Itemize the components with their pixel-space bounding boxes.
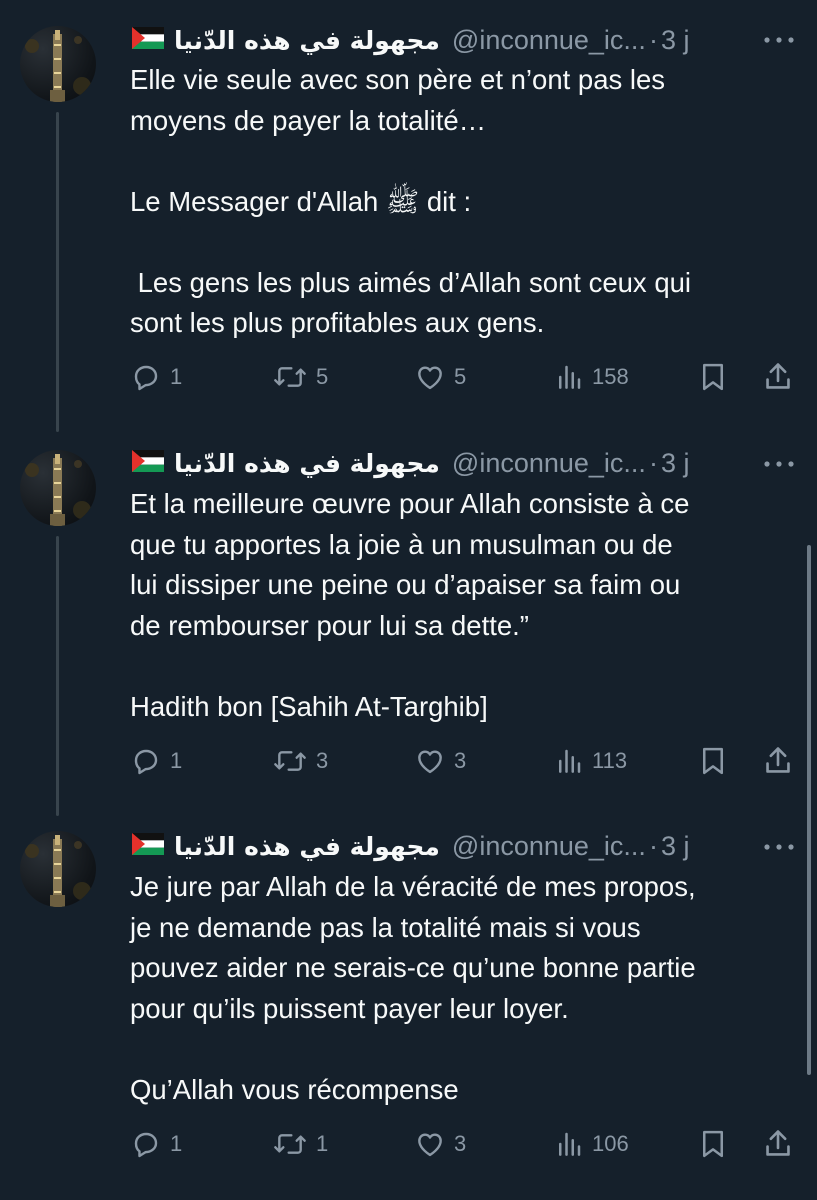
retweet-button[interactable]: 1 [272, 1124, 328, 1164]
views-count: 106 [592, 1131, 629, 1156]
retweet-icon [272, 745, 308, 777]
action-bar: 1 3 3 113 [130, 741, 800, 781]
user-handle[interactable]: @inconnue_ic... [452, 25, 646, 56]
reply-count: 1 [170, 1131, 183, 1156]
tweet-header: مجهولة في هذه الدّنيا @inconnue_ic... · … [132, 22, 689, 58]
avatar[interactable] [20, 26, 96, 102]
separator-dot: · [648, 447, 658, 478]
tweet-text: Je jure par Allah de la véracité de mes … [130, 871, 696, 1105]
views-count: 158 [592, 364, 629, 389]
reply-count: 1 [170, 364, 183, 389]
like-button[interactable]: 3 [414, 741, 466, 781]
tweet-header: مجهولة في هذه الدّنيا @inconnue_ic... · … [132, 445, 689, 481]
timestamp[interactable]: 3 j [661, 831, 690, 862]
bookmark-button[interactable] [698, 741, 728, 781]
like-button[interactable]: 5 [414, 357, 466, 397]
retweet-count: 3 [316, 748, 329, 773]
retweet-count: 5 [316, 364, 329, 389]
palestine-flag-icon [132, 448, 164, 479]
reply-icon [130, 745, 162, 777]
more-icon[interactable] [762, 837, 796, 857]
views-icon [554, 1128, 584, 1160]
like-count: 3 [454, 748, 467, 773]
heart-icon [414, 1128, 446, 1160]
timestamp[interactable]: 3 j [661, 448, 690, 479]
retweet-count: 1 [316, 1131, 329, 1156]
heart-icon [414, 745, 446, 777]
display-name[interactable]: مجهولة في هذه الدّنيا [174, 832, 440, 861]
reply-icon [130, 1128, 162, 1160]
views-button[interactable]: 106 [554, 1124, 629, 1164]
thread-line [56, 112, 59, 432]
display-name[interactable]: مجهولة في هذه الدّنيا [174, 26, 440, 55]
separator-dot: · [648, 830, 658, 861]
avatar[interactable] [20, 831, 96, 907]
bookmark-icon [698, 744, 728, 778]
bookmark-icon [698, 1127, 728, 1161]
retweet-icon [272, 1128, 308, 1160]
tweet-text: Et la meilleure œuvre pour Allah consist… [130, 488, 690, 722]
share-icon [762, 744, 794, 778]
bookmark-button[interactable] [698, 357, 728, 397]
user-handle[interactable]: @inconnue_ic... [452, 831, 646, 862]
share-icon [762, 360, 794, 394]
views-count: 113 [592, 748, 628, 773]
views-button[interactable]: 113 [554, 741, 627, 781]
more-icon[interactable] [762, 30, 796, 50]
reply-button[interactable]: 1 [130, 1124, 182, 1164]
avatar[interactable] [20, 450, 96, 526]
user-handle[interactable]: @inconnue_ic... [452, 448, 646, 479]
views-icon [554, 361, 584, 393]
reply-icon [130, 361, 162, 393]
retweet-icon [272, 361, 308, 393]
retweet-button[interactable]: 3 [272, 741, 328, 781]
views-icon [554, 745, 584, 777]
tweet-text: Elle vie seule avec son père et n’ont pa… [130, 64, 692, 338]
more-icon[interactable] [762, 454, 796, 474]
like-count: 3 [454, 1131, 467, 1156]
bookmark-icon [698, 360, 728, 394]
separator-dot: · [648, 24, 658, 55]
palestine-flag-icon [132, 831, 164, 862]
share-icon [762, 1127, 794, 1161]
share-button[interactable] [762, 357, 794, 397]
scrollbar[interactable] [807, 545, 811, 1075]
share-button[interactable] [762, 1124, 794, 1164]
retweet-button[interactable]: 5 [272, 357, 328, 397]
share-button[interactable] [762, 741, 794, 781]
thread-line [56, 536, 59, 816]
display-name[interactable]: مجهولة في هذه الدّنيا [174, 449, 440, 478]
action-bar: 1 1 3 106 [130, 1124, 800, 1164]
action-bar: 1 5 5 158 [130, 357, 800, 397]
heart-icon [414, 361, 446, 393]
reply-button[interactable]: 1 [130, 357, 182, 397]
like-count: 5 [454, 364, 467, 389]
reply-count: 1 [170, 748, 183, 773]
tweet-header: مجهولة في هذه الدّنيا @inconnue_ic... · … [132, 828, 689, 864]
like-button[interactable]: 3 [414, 1124, 466, 1164]
views-button[interactable]: 158 [554, 357, 629, 397]
timestamp[interactable]: 3 j [661, 25, 690, 56]
palestine-flag-icon [132, 25, 164, 56]
bookmark-button[interactable] [698, 1124, 728, 1164]
reply-button[interactable]: 1 [130, 741, 182, 781]
